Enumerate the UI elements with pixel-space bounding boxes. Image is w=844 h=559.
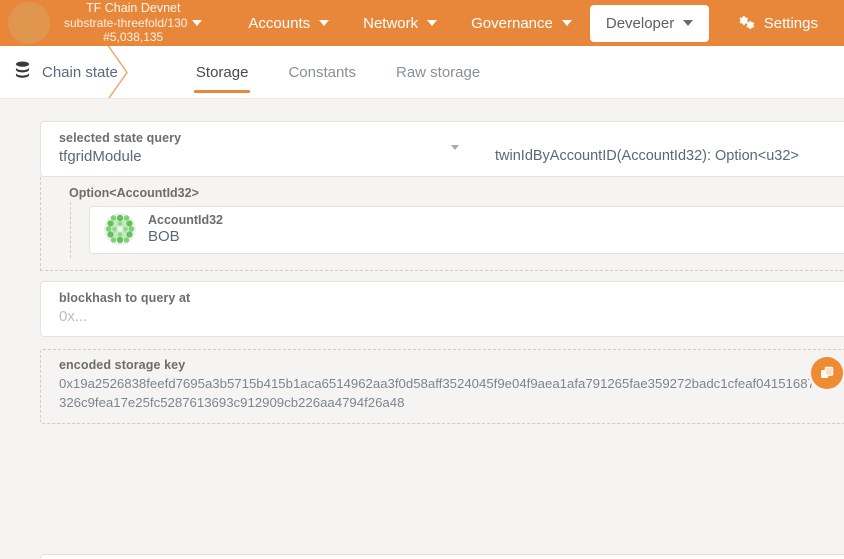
nav-item-network[interactable]: Network bbox=[347, 5, 453, 42]
tab-label: Raw storage bbox=[395, 63, 481, 81]
account-texts: AccountId32 BOB bbox=[148, 213, 223, 245]
module-dropdown[interactable]: selected state query tfgridModule bbox=[59, 131, 469, 165]
method-dropdown[interactable]: twinIdByAccountID(AccountId32): Option<u… bbox=[469, 148, 799, 165]
module-value: tfgridModule bbox=[59, 148, 142, 165]
nav-item-label: Network bbox=[363, 14, 419, 32]
tab-label: Constants bbox=[288, 63, 356, 81]
section-label: Chain state bbox=[42, 63, 118, 81]
chevron-down-icon bbox=[192, 20, 203, 27]
nav-right-group: Settings bbox=[722, 5, 834, 42]
chevron-down-icon bbox=[427, 20, 438, 26]
blockhash-input[interactable]: 0x... bbox=[59, 308, 843, 325]
gear-icon bbox=[738, 15, 755, 31]
nav-item-developer[interactable]: Developer bbox=[589, 4, 710, 42]
blockhash-label: blockhash to query at bbox=[59, 291, 191, 305]
encoded-storage-key-value: 0x19a2526838feefd7695a3b5715b415b1aca651… bbox=[59, 376, 837, 410]
account-identicon bbox=[104, 213, 136, 245]
account-name: BOB bbox=[148, 228, 180, 245]
chain-avatar-circle bbox=[8, 2, 50, 44]
chain-selector[interactable]: TF Chain Devnet substrate-threefold/130 … bbox=[58, 1, 208, 44]
section-chain-state: Chain state bbox=[0, 46, 134, 98]
chevron-down-icon bbox=[683, 20, 694, 26]
blockhash-panel[interactable]: blockhash to query at 0x... bbox=[40, 281, 844, 337]
settings-label: Settings bbox=[763, 14, 818, 32]
chevron-down-icon bbox=[319, 20, 330, 26]
nav-item-governance[interactable]: Governance bbox=[455, 5, 588, 42]
chevron-down-icon bbox=[451, 144, 459, 150]
nav-item-accounts[interactable]: Accounts bbox=[232, 5, 345, 42]
main-content: selected state query tfgridModule twinId… bbox=[0, 99, 844, 559]
chain-name: TF Chain Devnet bbox=[85, 1, 181, 16]
account-type-label: AccountId32 bbox=[148, 213, 224, 227]
nav-item-label: Governance bbox=[471, 14, 553, 32]
result-panel: tfgridModule.twinIdByAccountID: Option<u… bbox=[40, 554, 844, 559]
nav-item-settings[interactable]: Settings bbox=[722, 5, 834, 42]
tab-list: Storage Constants Raw storage bbox=[176, 46, 500, 98]
tab-raw-storage[interactable]: Raw storage bbox=[376, 46, 500, 98]
nav-item-label: Accounts bbox=[248, 14, 311, 32]
param-inner: AccountId32 BOB bbox=[70, 202, 844, 258]
encoded-storage-key-panel: encoded storage key 0x19a2526838feefd769… bbox=[40, 349, 844, 425]
tab-bar: Chain state Storage Constants Raw storag… bbox=[0, 46, 844, 99]
nav-item-label: Developer bbox=[605, 14, 675, 32]
tab-storage[interactable]: Storage bbox=[176, 46, 269, 98]
chevron-down-icon bbox=[561, 20, 572, 26]
chain-node-row: substrate-threefold/130 bbox=[64, 16, 203, 31]
top-bar: TF Chain Devnet substrate-threefold/130 … bbox=[0, 0, 844, 46]
chain-block-number: #5,038,135 bbox=[103, 30, 164, 45]
copy-button[interactable] bbox=[811, 357, 843, 389]
encoded-storage-key-label: encoded storage key bbox=[59, 358, 186, 372]
chain-node-label: substrate-threefold/130 bbox=[64, 16, 188, 31]
result-section: tfgridModule.twinIdByAccountID: Option<u… bbox=[40, 554, 844, 559]
account-input[interactable]: AccountId32 BOB bbox=[89, 206, 844, 254]
state-query-label: selected state query bbox=[59, 131, 182, 145]
database-icon bbox=[14, 61, 31, 84]
tab-label: Storage bbox=[195, 63, 249, 81]
param-section: Option<AccountId32> AccountId32 BOB bbox=[40, 177, 844, 271]
state-query-panel: selected state query tfgridModule twinId… bbox=[40, 121, 844, 177]
param-type-label: Option<AccountId32> bbox=[69, 186, 199, 200]
tab-constants[interactable]: Constants bbox=[268, 46, 376, 98]
main-nav: Accounts Network Governance Developer bbox=[232, 4, 721, 42]
